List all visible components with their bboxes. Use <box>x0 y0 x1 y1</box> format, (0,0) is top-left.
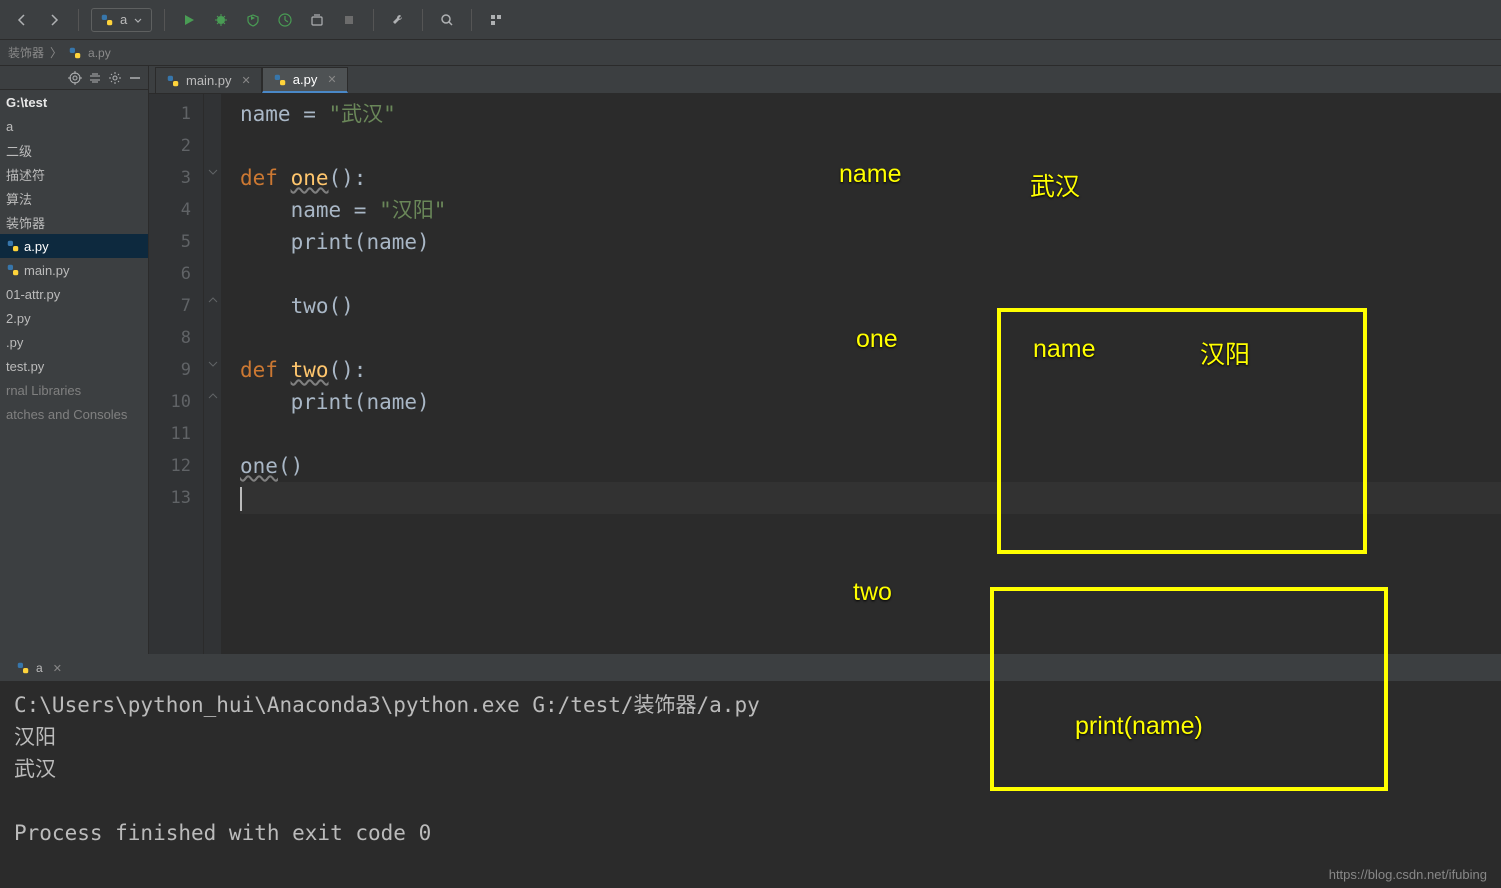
code-editor[interactable]: name = "武汉"def one(): name = "汉阳" print(… <box>222 94 1501 654</box>
tree-folder[interactable]: 描述符 <box>0 162 148 186</box>
breadcrumb: 装饰器 〉 a.py <box>0 40 1501 66</box>
back-icon[interactable] <box>10 8 34 32</box>
editor-tab[interactable]: main.py ✕ <box>155 67 262 93</box>
tree-root[interactable]: G:\test <box>0 90 148 114</box>
tree-folder[interactable]: 装饰器 <box>0 210 148 234</box>
python-icon <box>166 74 180 88</box>
run-panel: a ✕ C:\Users\python_hui\Anaconda3\python… <box>0 654 1501 888</box>
main-toolbar: a <box>0 0 1501 40</box>
tree-folder[interactable]: 算法 <box>0 186 148 210</box>
watermark: https://blog.csdn.net/ifubing <box>1329 867 1487 882</box>
line-number-gutter: 12345678910111213 <box>149 94 204 654</box>
debug-icon[interactable] <box>209 8 233 32</box>
editor-body[interactable]: 12345678910111213 name = "武汉"def one(): … <box>149 94 1501 654</box>
expand-all-icon[interactable] <box>86 69 104 87</box>
target-icon[interactable] <box>66 69 84 87</box>
fold-gutter <box>204 94 222 654</box>
editor-area: main.py ✕ a.py ✕ 12345678910111213 name … <box>149 66 1501 654</box>
project-tree[interactable]: G:\test a 二级 描述符 算法 装饰器 a.py main.py 01-… <box>0 90 148 654</box>
breadcrumb-separator: 〉 <box>50 44 62 61</box>
tree-file-selected[interactable]: a.py <box>0 234 148 258</box>
attach-icon[interactable] <box>305 8 329 32</box>
close-icon[interactable]: ✕ <box>53 662 62 675</box>
gear-icon[interactable] <box>106 69 124 87</box>
python-icon <box>68 46 82 60</box>
tree-file[interactable]: main.py <box>0 258 148 282</box>
run-icon[interactable] <box>177 8 201 32</box>
tree-libraries[interactable]: rnal Libraries <box>0 378 148 402</box>
project-panel-toolbar <box>0 66 148 90</box>
chevron-down-icon <box>133 15 143 25</box>
breadcrumb-item[interactable]: a.py <box>88 46 111 60</box>
stop-icon[interactable] <box>337 8 361 32</box>
tree-file[interactable]: test.py <box>0 354 148 378</box>
console-output[interactable]: C:\Users\python_hui\Anaconda3\python.exe… <box>0 681 1501 888</box>
wrench-icon[interactable] <box>386 8 410 32</box>
breadcrumb-item[interactable]: 装饰器 <box>8 44 44 61</box>
tree-file[interactable]: 2.py <box>0 306 148 330</box>
close-icon[interactable]: ✕ <box>242 74 251 87</box>
python-icon <box>6 239 20 253</box>
python-icon <box>100 13 114 27</box>
tree-file[interactable]: 01-attr.py <box>0 282 148 306</box>
tree-scratches[interactable]: atches and Consoles <box>0 402 148 426</box>
minimize-icon[interactable] <box>126 69 144 87</box>
profile-icon[interactable] <box>273 8 297 32</box>
tree-folder[interactable]: a <box>0 114 148 138</box>
tree-file[interactable]: .py <box>0 330 148 354</box>
run-tabs: a ✕ <box>0 655 1501 681</box>
close-icon[interactable]: ✕ <box>327 73 336 86</box>
python-icon <box>16 661 30 675</box>
run-config-selector[interactable]: a <box>91 8 152 32</box>
forward-icon[interactable] <box>42 8 66 32</box>
python-icon <box>6 263 20 277</box>
structure-icon[interactable] <box>484 8 508 32</box>
run-config-label: a <box>120 12 127 27</box>
python-icon <box>273 73 287 87</box>
coverage-icon[interactable] <box>241 8 265 32</box>
editor-tabs: main.py ✕ a.py ✕ <box>149 66 1501 94</box>
project-panel: G:\test a 二级 描述符 算法 装饰器 a.py main.py 01-… <box>0 66 149 654</box>
search-icon[interactable] <box>435 8 459 32</box>
tree-folder[interactable]: 二级 <box>0 138 148 162</box>
run-tab[interactable]: a ✕ <box>6 656 72 680</box>
editor-tab-active[interactable]: a.py ✕ <box>262 67 348 93</box>
